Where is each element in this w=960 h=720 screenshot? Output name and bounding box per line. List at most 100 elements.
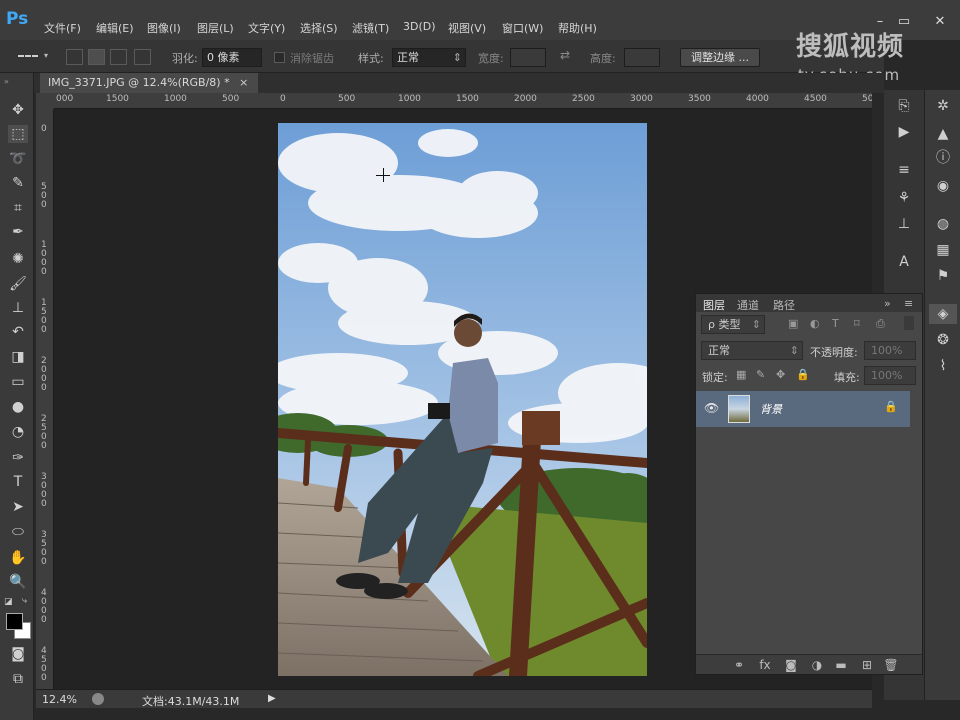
chevron-down-icon[interactable]: ▾ (44, 51, 48, 60)
filter-adjustment-icon[interactable]: ◐ (810, 317, 820, 330)
ellipse-tool-icon[interactable]: ⬭ (8, 523, 28, 541)
add-to-selection-icon[interactable] (88, 49, 105, 65)
new-group-icon[interactable]: ▬ (832, 657, 850, 673)
style-select[interactable]: 正常 ⇕ (392, 48, 466, 67)
lasso-tool-icon[interactable]: ➰ (8, 150, 28, 168)
hand-tool-icon[interactable]: ✋ (8, 549, 28, 567)
ruler-origin[interactable] (36, 93, 54, 109)
menu-layer[interactable]: 图层(L) (197, 20, 234, 36)
collapse-panel-icon[interactable]: » (884, 297, 891, 310)
swatches-icon[interactable]: ▦ (931, 240, 955, 260)
panel-menu-icon[interactable]: ≡ (904, 297, 913, 310)
foreground-color-swatch[interactable] (6, 613, 23, 630)
blur-tool-icon[interactable]: ● (8, 398, 28, 416)
menu-file[interactable]: 文件(F) (44, 20, 81, 36)
feather-input[interactable]: 0 像素 (202, 48, 262, 67)
blend-mode-select[interactable]: 正常 ⇕ (701, 341, 803, 360)
lock-transparent-icon[interactable]: ▦ (736, 368, 746, 381)
close-window-button[interactable]: ✕ (928, 13, 952, 31)
lock-pixels-icon[interactable]: ✎ (756, 368, 765, 381)
menu-3d[interactable]: 3D(D) (403, 20, 436, 33)
filter-type-icon[interactable]: T (832, 317, 839, 330)
layer-filter-select[interactable]: ρ 类型 ⇕ (701, 315, 765, 334)
opacity-input[interactable]: 100% (864, 341, 916, 360)
status-menu-arrow-icon[interactable]: ▶ (268, 693, 276, 704)
height-input[interactable] (624, 48, 660, 67)
dodge-tool-icon[interactable]: ◔ (8, 423, 28, 441)
clone-source-icon[interactable]: ⊥ (892, 214, 916, 234)
antialias-checkbox[interactable] (274, 52, 285, 63)
quick-mask-icon[interactable]: ◙ (8, 645, 28, 663)
layer-style-icon[interactable]: fx (756, 657, 774, 673)
layer-name[interactable]: 背景 (760, 401, 782, 417)
menu-image[interactable]: 图像(I) (147, 20, 181, 36)
new-selection-icon[interactable] (66, 49, 83, 65)
zoom-level[interactable]: 12.4% (42, 693, 77, 706)
zoom-tool-icon[interactable]: 🔍 (8, 573, 28, 591)
adjustments-icon[interactable]: ✲ (931, 96, 955, 116)
horizontal-ruler[interactable]: 000 1500 1000 500 0 500 1000 1500 2000 2… (54, 93, 872, 109)
lock-all-icon[interactable]: 🔒 (796, 368, 810, 381)
eyedropper-tool-icon[interactable]: ✒ (8, 223, 28, 241)
histogram-icon[interactable]: ▲ (931, 124, 955, 144)
filter-toggle[interactable] (904, 316, 914, 330)
default-colors-icon[interactable]: ◪ (4, 597, 13, 607)
move-tool-icon[interactable]: ✥ (8, 101, 28, 119)
brush-tool-icon[interactable]: 🖌 (8, 275, 28, 293)
stamp-tool-icon[interactable]: ⊥ (8, 299, 28, 317)
character-panel-icon[interactable]: A (892, 252, 916, 272)
status-icon[interactable] (92, 693, 104, 705)
close-tab-icon[interactable]: × (239, 76, 248, 89)
marquee-tool-icon[interactable]: ⬚ (8, 125, 28, 143)
type-tool-icon[interactable]: T (8, 473, 28, 491)
healing-tool-icon[interactable]: ✺ (8, 250, 28, 268)
pen-tool-icon[interactable]: ✑ (8, 449, 28, 467)
eye-icon[interactable]: 👁 (704, 401, 719, 415)
history-panel-icon[interactable]: ⎘ (892, 96, 916, 116)
document-tab[interactable]: IMG_3371.JPG @ 12.4%(RGB/8) * × (40, 73, 259, 93)
panel-collapse-icon[interactable]: » (4, 77, 9, 86)
menu-help[interactable]: 帮助(H) (558, 20, 597, 36)
swap-colors-icon[interactable]: ⤷ (22, 596, 27, 606)
refine-edge-button[interactable]: 调整边缘 ... (680, 48, 760, 67)
delete-layer-icon[interactable]: 🗑 (882, 657, 900, 673)
tab-channels[interactable]: 通道 (737, 297, 759, 313)
link-layers-icon[interactable]: ⚭ (730, 657, 748, 673)
screen-mode-icon[interactable]: ⧉ (8, 670, 28, 688)
add-mask-icon[interactable]: ◙ (782, 657, 800, 673)
gradient-tool-icon[interactable]: ▭ (8, 373, 28, 391)
menu-window[interactable]: 窗口(W) (502, 20, 543, 36)
lock-position-icon[interactable]: ✥ (776, 368, 785, 381)
path-select-tool-icon[interactable]: ➤ (8, 498, 28, 516)
subtract-selection-icon[interactable] (110, 49, 127, 65)
tab-layers[interactable]: 图层 (703, 297, 725, 313)
quick-select-tool-icon[interactable]: ✎ (8, 174, 28, 192)
paths-panel-icon[interactable]: ⌇ (931, 356, 955, 376)
vertical-ruler[interactable]: 0 500 1000 1500 2000 2500 3000 3500 4000… (36, 109, 54, 689)
brush-panel-icon[interactable]: ⚘ (892, 188, 916, 208)
document-image[interactable] (278, 123, 647, 676)
kuler-icon[interactable]: ◉ (931, 176, 955, 196)
color-panel-icon[interactable]: ◍ (931, 214, 955, 234)
layer-row[interactable]: 👁 背景 🔒 (696, 391, 910, 427)
brush-presets-icon[interactable]: ≡ (892, 160, 916, 180)
new-layer-icon[interactable]: ⊞ (858, 657, 876, 673)
menu-type[interactable]: 文字(Y) (248, 20, 285, 36)
actions-panel-icon[interactable]: ▶ (892, 122, 916, 142)
info-icon[interactable]: ⓘ (931, 148, 955, 168)
history-brush-icon[interactable]: ↶ (8, 323, 28, 341)
filter-smart-object-icon[interactable]: ⎙ (876, 317, 885, 331)
filter-pixel-icon[interactable]: ▣ (788, 317, 798, 330)
menu-select[interactable]: 选择(S) (300, 20, 338, 36)
swap-icon[interactable]: ⇄ (560, 48, 570, 62)
menu-filter[interactable]: 滤镜(T) (352, 20, 389, 36)
fill-input[interactable]: 100% (864, 366, 916, 385)
intersect-selection-icon[interactable] (134, 49, 151, 65)
width-input[interactable] (510, 48, 546, 67)
marquee-preset-icon[interactable] (18, 55, 38, 58)
tab-paths[interactable]: 路径 (773, 297, 795, 313)
layers-panel-icon[interactable]: ◈ (929, 304, 957, 324)
crop-tool-icon[interactable]: ⌗ (8, 199, 28, 217)
new-adjustment-icon[interactable]: ◑ (808, 657, 826, 673)
menu-view[interactable]: 视图(V) (448, 20, 486, 36)
